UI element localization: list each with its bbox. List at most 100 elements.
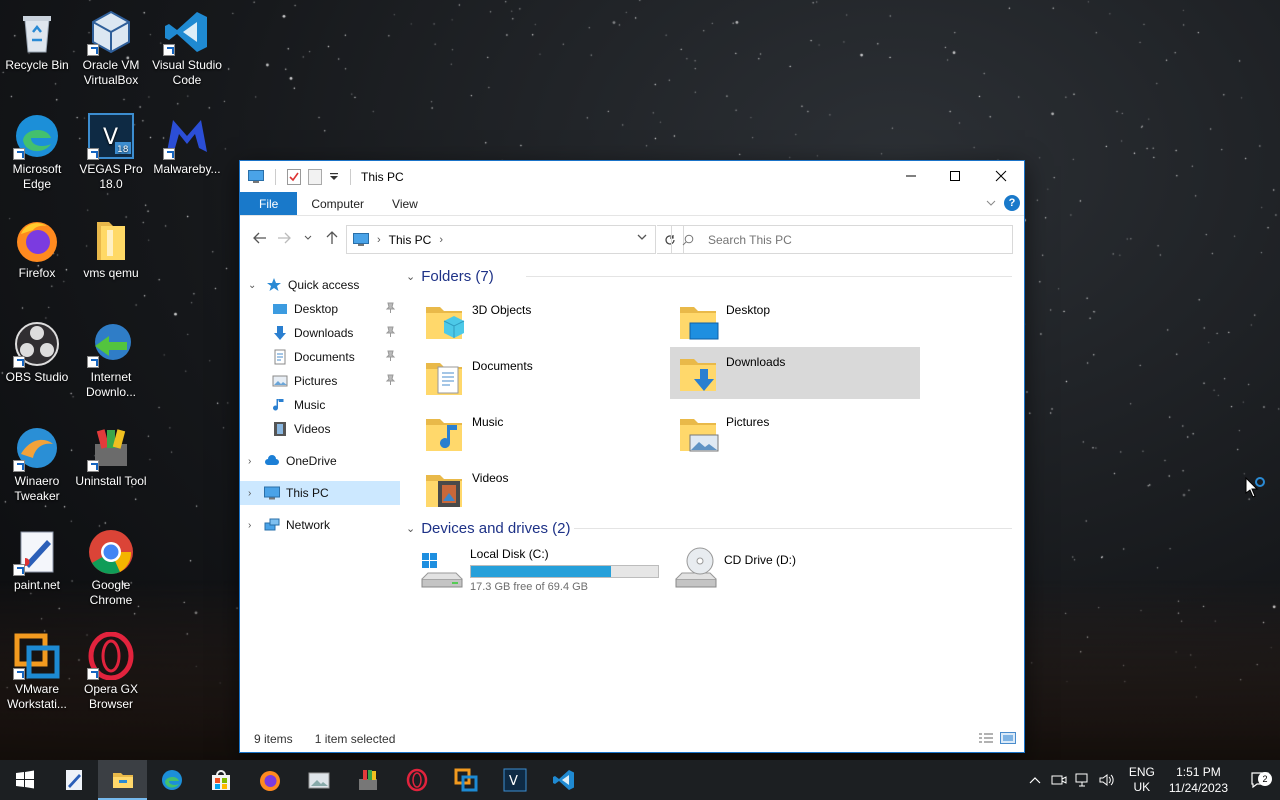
back-button[interactable] — [248, 226, 272, 250]
pictures-folder-icon — [680, 419, 719, 452]
properties-icon[interactable] — [287, 168, 301, 185]
desktop-icon-edge[interactable]: Microsoft Edge — [0, 112, 74, 192]
folder-desktop[interactable]: Desktop — [670, 295, 920, 347]
this-pc-icon[interactable] — [248, 169, 264, 184]
taskbar-vscode[interactable] — [539, 760, 588, 800]
group-header-folders[interactable]: ⌄ Folders (7) — [406, 261, 1018, 291]
desktop-icon-firefox[interactable]: Firefox — [0, 216, 74, 281]
folder-pictures[interactable]: Pictures — [670, 407, 920, 459]
breadcrumb-chevron-icon[interactable]: › — [439, 234, 443, 246]
desktop-icon-chrome[interactable]: Google Chrome — [74, 528, 148, 608]
input-language-button[interactable]: ENG UK — [1129, 765, 1155, 795]
taskbar-uninstall-tool[interactable] — [343, 760, 392, 800]
folder-downloads[interactable]: Downloads — [670, 347, 920, 399]
nav-network[interactable]: › Network — [240, 513, 400, 537]
film-icon — [274, 422, 286, 436]
taskbar-edge[interactable] — [147, 760, 196, 800]
nav-quick-access[interactable]: ⌄ Quick access — [240, 273, 400, 297]
tab-computer[interactable]: Computer — [297, 192, 378, 215]
drive-local-disk-c[interactable]: Local Disk (C:) 17.3 GB free of 69.4 GB — [418, 545, 666, 597]
file-explorer-window[interactable]: This PC File Computer View ? › This PC › — [239, 160, 1025, 753]
desktop-icon-label: Google Chrome — [89, 578, 133, 607]
show-hidden-icons-button[interactable] — [1023, 776, 1047, 784]
nav-item-documents[interactable]: Documents — [240, 345, 400, 369]
forward-button[interactable] — [272, 226, 296, 250]
breadcrumb-chevron-icon[interactable]: › — [377, 234, 381, 246]
address-bar[interactable]: › This PC › — [346, 225, 656, 254]
desktop-icon-malwarebytes[interactable]: Malwareby... — [150, 112, 224, 177]
recent-locations-button[interactable] — [296, 226, 320, 250]
network-tray-icon[interactable] — [1071, 773, 1095, 787]
chevron-down-icon[interactable]: ⌄ — [406, 270, 415, 283]
nav-item-pictures[interactable]: Pictures — [240, 369, 400, 393]
maximize-button[interactable] — [932, 161, 978, 191]
desktop-folder-icon — [680, 307, 719, 340]
volume-tray-icon[interactable] — [1095, 773, 1119, 787]
help-button[interactable]: ? — [1004, 195, 1020, 211]
desktop-icon-vms-qemu[interactable]: vms qemu — [74, 216, 148, 281]
desktop-icon-opera-gx[interactable]: Opera GX Browser — [74, 631, 148, 712]
chevron-down-icon[interactable]: ⌄ — [248, 280, 256, 291]
desktop-icon-uninstall-tool[interactable]: Uninstall Tool — [74, 424, 148, 489]
desktop-icon-obs[interactable]: OBS Studio — [0, 320, 74, 385]
meet-now-icon[interactable] — [1047, 773, 1071, 787]
desktop-icon-recycle-bin[interactable]: Recycle Bin — [0, 8, 74, 73]
action-center-button[interactable]: 2 — [1240, 772, 1280, 788]
expand-ribbon-icon[interactable] — [986, 199, 996, 207]
nav-item-downloads[interactable]: Downloads — [240, 321, 400, 345]
chevron-right-icon[interactable]: › — [248, 520, 251, 531]
chevron-right-icon[interactable]: › — [248, 456, 251, 467]
search-input[interactable] — [708, 232, 988, 247]
chevron-down-icon[interactable]: ⌄ — [406, 522, 415, 535]
desktop-icon-winaero[interactable]: Winaero Tweaker — [0, 424, 74, 504]
nav-this-pc[interactable]: › This PC — [240, 481, 400, 505]
folder-music[interactable]: Music — [416, 407, 666, 459]
drive-cd-d[interactable]: CD Drive (D:) — [672, 545, 872, 597]
music-note-icon — [273, 399, 284, 411]
desktop-icon-virtualbox[interactable]: Oracle VM VirtualBox — [74, 8, 148, 88]
new-folder-icon[interactable] — [308, 168, 322, 185]
desktop-icon-vmware[interactable]: VMware Workstati... — [0, 632, 74, 712]
clock[interactable]: 1:51 PM 11/24/2023 — [1169, 764, 1228, 796]
taskbar-microsoft-store[interactable] — [196, 760, 245, 800]
desktop-icon-vegas[interactable]: V 18 VEGAS Pro 18.0 — [74, 112, 148, 192]
details-view-icon[interactable] — [978, 732, 994, 744]
chevron-right-icon[interactable]: › — [248, 488, 251, 499]
taskbar-firefox[interactable] — [245, 760, 294, 800]
tab-file[interactable]: File — [240, 192, 298, 215]
up-button[interactable] — [320, 226, 344, 250]
nav-onedrive[interactable]: › OneDrive — [240, 449, 400, 473]
this-pc-icon — [353, 232, 369, 246]
tab-view[interactable]: View — [378, 192, 432, 215]
folder-3d-objects[interactable]: 3D Objects — [416, 295, 666, 347]
desktop-icon-idm[interactable]: Internet Downlo... — [74, 320, 148, 400]
folder-label: Downloads — [726, 355, 786, 369]
folder-videos[interactable]: Videos — [416, 463, 666, 515]
start-button[interactable] — [0, 760, 49, 800]
address-dropdown-button[interactable] — [637, 232, 647, 244]
ethernet-icon — [1075, 773, 1088, 787]
title-bar[interactable]: This PC — [240, 161, 1024, 192]
folder-documents[interactable]: Documents — [416, 351, 666, 403]
desktop-icon-paintnet[interactable]: paint.net — [0, 528, 74, 593]
nav-item-videos[interactable]: Videos — [240, 417, 400, 441]
nav-item-desktop[interactable]: Desktop — [240, 297, 400, 321]
minimize-button[interactable] — [888, 161, 934, 191]
close-button[interactable] — [978, 161, 1024, 191]
group-header-devices[interactable]: ⌄ Devices and drives (2) — [406, 513, 1018, 543]
hard-drive-icon — [421, 553, 463, 588]
taskbar-paint-net[interactable] — [49, 760, 98, 800]
large-icons-view-icon[interactable] — [1000, 732, 1016, 744]
taskbar-vmware[interactable] — [441, 760, 490, 800]
breadcrumb-this-pc[interactable]: This PC — [389, 233, 432, 247]
notification-count-badge: 2 — [1258, 772, 1272, 786]
search-box[interactable] — [671, 225, 1013, 254]
taskbar-vegas-pro[interactable]: V — [490, 760, 539, 800]
desktop-icon-vscode[interactable]: Visual Studio Code — [150, 8, 224, 88]
taskbar-photo-viewer[interactable] — [294, 760, 343, 800]
nav-item-music[interactable]: Music — [240, 393, 400, 417]
taskbar-file-explorer[interactable] — [98, 760, 147, 800]
customize-toolbar-icon[interactable] — [329, 172, 339, 182]
pin-icon — [385, 302, 396, 313]
taskbar-opera-gx[interactable] — [392, 760, 441, 800]
